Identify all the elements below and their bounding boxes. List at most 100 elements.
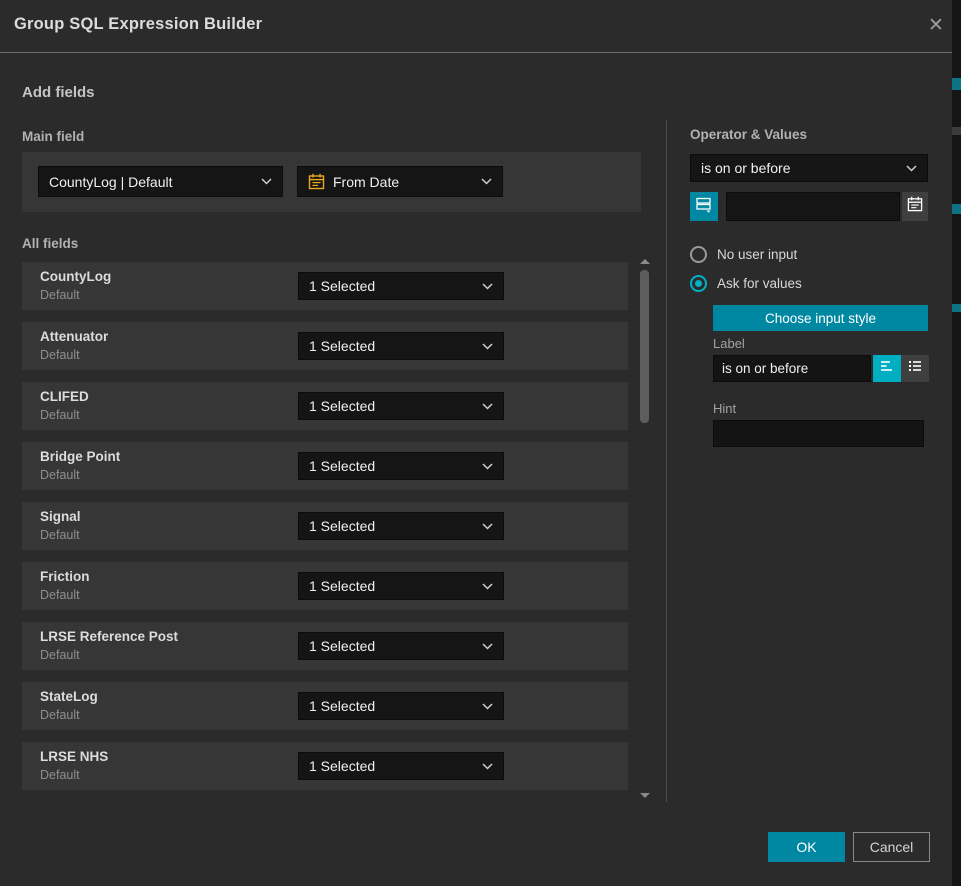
group-sql-expression-builder-dialog: Group SQL Expression Builder ✕ Add field… xyxy=(0,0,952,886)
field-subtitle: Default xyxy=(40,648,80,662)
selection-count: 1 Selected xyxy=(309,578,474,594)
field-subtitle: Default xyxy=(40,348,80,362)
field-selection-dropdown[interactable]: 1 Selected xyxy=(298,332,504,360)
panel-divider xyxy=(666,120,667,802)
field-name: Friction xyxy=(40,569,90,584)
field-name: CountyLog xyxy=(40,269,111,284)
selection-count: 1 Selected xyxy=(309,278,474,294)
field-selection-dropdown[interactable]: 1 Selected xyxy=(298,572,504,600)
choose-input-style-button[interactable]: Choose input style xyxy=(713,305,928,331)
field-subtitle: Default xyxy=(40,768,80,782)
dialog-titlebar: Group SQL Expression Builder ✕ xyxy=(0,0,952,52)
field-subtitle: Default xyxy=(40,708,80,722)
background-fragment xyxy=(952,78,961,90)
field-selection-dropdown[interactable]: 1 Selected xyxy=(298,632,504,660)
main-date-field-select-value: From Date xyxy=(333,174,473,190)
titlebar-divider xyxy=(0,52,952,53)
field-row-lrse-reference-post: LRSE Reference Post Default 1 Selected xyxy=(22,622,628,670)
scrollbar-thumb[interactable] xyxy=(640,270,649,423)
main-field-heading: Main field xyxy=(22,129,84,144)
field-row-lrse-nhs: LRSE NHS Default 1 Selected xyxy=(22,742,628,790)
chevron-down-icon xyxy=(482,763,493,770)
field-selection-dropdown[interactable]: 1 Selected xyxy=(298,752,504,780)
field-row-signal: Signal Default 1 Selected xyxy=(22,502,628,550)
field-subtitle: Default xyxy=(40,408,80,422)
chevron-down-icon xyxy=(482,703,493,710)
operator-values-heading: Operator & Values xyxy=(690,127,807,142)
field-selection-dropdown[interactable]: 1 Selected xyxy=(298,452,504,480)
radio-label: Ask for values xyxy=(717,276,802,291)
main-date-field-select[interactable]: From Date xyxy=(297,166,503,197)
field-name: StateLog xyxy=(40,689,98,704)
selection-count: 1 Selected xyxy=(309,698,474,714)
field-subtitle: Default xyxy=(40,528,80,542)
radio-icon xyxy=(690,246,707,263)
align-left-icon xyxy=(879,358,895,379)
value-input-type-button[interactable] xyxy=(690,192,718,221)
field-name: Signal xyxy=(40,509,81,524)
field-subtitle: Default xyxy=(40,588,80,602)
add-fields-heading: Add fields xyxy=(22,84,95,101)
field-name: CLIFED xyxy=(40,389,89,404)
scrollbar-up-arrow[interactable] xyxy=(640,259,650,264)
field-name: LRSE NHS xyxy=(40,749,108,764)
stacked-fields-icon xyxy=(695,195,713,218)
chevron-down-icon xyxy=(482,523,493,530)
chevron-down-icon xyxy=(261,178,272,185)
radio-ask-for-values[interactable]: Ask for values xyxy=(690,275,802,292)
date-value-input[interactable] xyxy=(726,192,900,221)
dialog-title: Group SQL Expression Builder xyxy=(14,15,262,34)
radio-no-user-input[interactable]: No user input xyxy=(690,246,797,263)
chevron-down-icon xyxy=(906,165,917,172)
background-fragment xyxy=(952,204,961,214)
calendar-icon xyxy=(907,196,923,217)
selection-count: 1 Selected xyxy=(309,638,474,654)
calendar-date-icon xyxy=(308,173,325,190)
field-subtitle: Default xyxy=(40,288,80,302)
main-field-panel: CountyLog | Default From Date xyxy=(22,152,641,212)
field-selection-dropdown[interactable]: 1 Selected xyxy=(298,512,504,540)
field-row-clifed: CLIFED Default 1 Selected xyxy=(22,382,628,430)
ok-button[interactable]: OK xyxy=(768,832,845,862)
selection-count: 1 Selected xyxy=(309,398,474,414)
hint-input[interactable] xyxy=(713,420,924,447)
selection-count: 1 Selected xyxy=(309,338,474,354)
main-layer-select-value: CountyLog | Default xyxy=(49,174,253,190)
date-picker-button[interactable] xyxy=(902,192,928,221)
close-icon: ✕ xyxy=(928,14,944,37)
field-name: LRSE Reference Post xyxy=(40,629,178,644)
chevron-down-icon xyxy=(482,463,493,470)
scrollbar-down-arrow[interactable] xyxy=(640,793,650,798)
field-selection-dropdown[interactable]: 1 Selected xyxy=(298,692,504,720)
bulleted-list-icon xyxy=(907,358,923,379)
radio-selected-icon xyxy=(690,275,707,292)
chevron-down-icon xyxy=(481,178,492,185)
selection-count: 1 Selected xyxy=(309,758,474,774)
background-fragment xyxy=(952,304,961,312)
list-style-button[interactable] xyxy=(901,355,929,382)
field-selection-dropdown[interactable]: 1 Selected xyxy=(298,392,504,420)
chevron-down-icon xyxy=(482,643,493,650)
field-name: Bridge Point xyxy=(40,449,120,464)
field-row-bridge-point: Bridge Point Default 1 Selected xyxy=(22,442,628,490)
close-button[interactable]: ✕ xyxy=(922,11,950,39)
chevron-down-icon xyxy=(482,343,493,350)
main-layer-select[interactable]: CountyLog | Default xyxy=(38,166,283,197)
chevron-down-icon xyxy=(482,403,493,410)
operator-select[interactable]: is on or before xyxy=(690,154,928,182)
background-fragment xyxy=(952,127,961,135)
field-name: Attenuator xyxy=(40,329,108,344)
all-fields-heading: All fields xyxy=(22,236,78,251)
field-selection-dropdown[interactable]: 1 Selected xyxy=(298,272,504,300)
operator-select-value: is on or before xyxy=(701,160,898,176)
screen: Group SQL Expression Builder ✕ Add field… xyxy=(0,0,961,886)
single-line-style-button[interactable] xyxy=(873,355,901,382)
field-row-attenuator: Attenuator Default 1 Selected xyxy=(22,322,628,370)
field-row-countylog: CountyLog Default 1 Selected xyxy=(22,262,628,310)
label-input[interactable] xyxy=(713,355,871,382)
hint-field-label: Hint xyxy=(713,401,736,416)
radio-label: No user input xyxy=(717,247,797,262)
cancel-button[interactable]: Cancel xyxy=(853,832,930,862)
field-row-statelog: StateLog Default 1 Selected xyxy=(22,682,628,730)
selection-count: 1 Selected xyxy=(309,458,474,474)
